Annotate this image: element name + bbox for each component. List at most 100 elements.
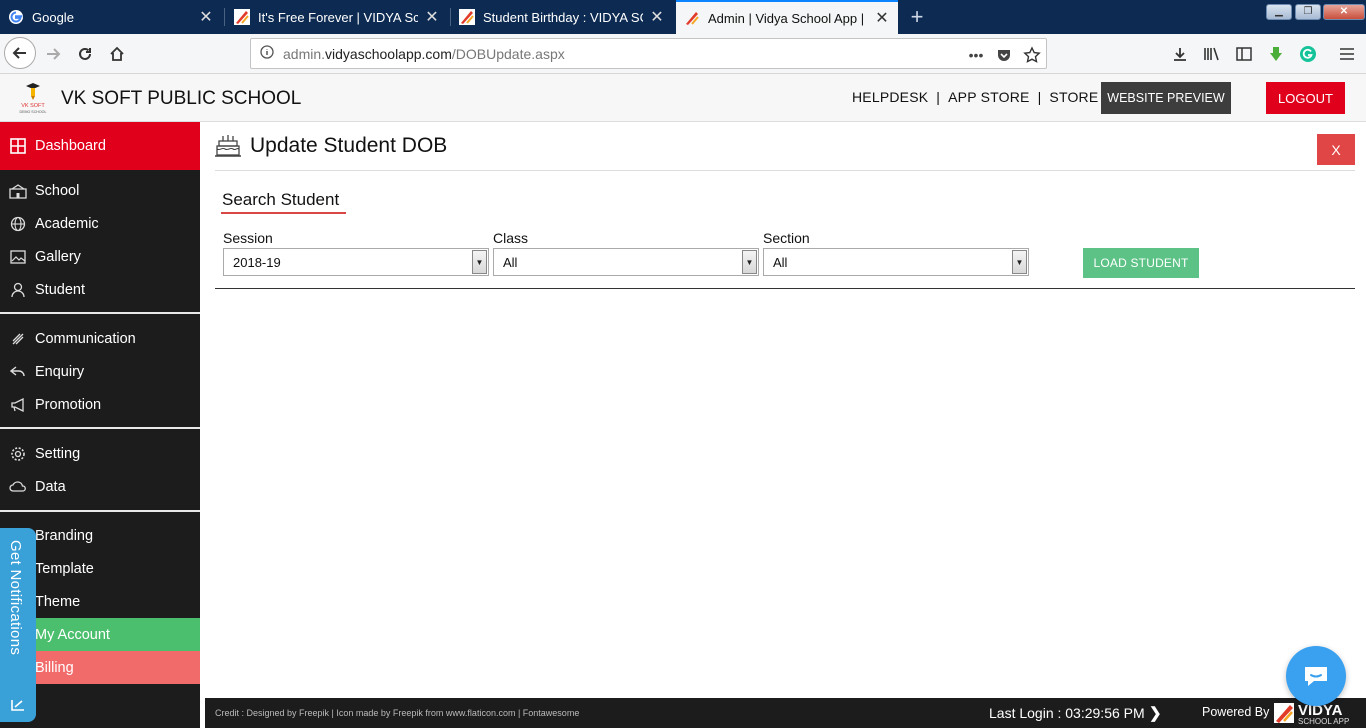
app-store-link[interactable]: APP STORE [948,89,1029,105]
tab-separator [224,8,225,26]
sidebar-item-label: Data [35,478,66,495]
logout-button[interactable]: LOGOUT [1266,82,1345,114]
page-actions-icon[interactable]: ••• [965,44,987,66]
get-notifications-label: Get Notifications [7,540,24,656]
info-icon[interactable] [251,45,283,62]
sidebar-item-communication[interactable]: Communication [0,322,200,355]
website-preview-button[interactable]: WEBSITE PREVIEW [1101,82,1231,114]
header-links: HELPDESK | APP STORE | STORE [851,89,1099,105]
sidebar-item-label: Dashboard [35,138,106,154]
url-path: /DOBUpdate.aspx [451,45,565,62]
sidebar-item-academic[interactable]: Academic [0,207,200,240]
broadcast-icon [0,331,35,347]
session-select[interactable]: 2018-19 ▼ [223,248,489,276]
close-tab-icon[interactable]: ✕ [424,7,440,27]
library-icon[interactable] [1200,42,1224,66]
close-tab-icon[interactable]: ✕ [198,7,214,27]
sidebar-item-label: Branding [35,527,94,544]
school-icon [0,183,35,199]
grammarly-icon[interactable] [1296,42,1320,66]
close-page-button[interactable]: X [1317,134,1355,165]
sidebar-item-label: Billing [35,659,74,676]
dashboard-icon [0,138,35,154]
form-divider [215,288,1355,289]
school-name[interactable]: VK SOFT PUBLIC SCHOOL [61,88,301,110]
get-notifications-tab[interactable]: Get Notifications [0,528,36,722]
page-title: Update Student DOB [250,134,448,157]
store-link[interactable]: STORE [1049,89,1098,105]
chat-icon [1305,667,1327,686]
dropdown-arrow-icon[interactable]: ▼ [742,250,757,274]
browser-nav-bar: admin. vidyaschoolapp.com/DOBUpdate.aspx … [0,34,1366,74]
svg-text:SCHOOL APP: SCHOOL APP [1298,717,1349,726]
tab-title: Admin | Vidya School App | It's [708,10,868,26]
download-helper-icon[interactable] [1264,42,1288,66]
chevron-right-icon[interactable]: ❯ [1149,704,1162,722]
notification-bell-icon [11,700,24,711]
dropdown-arrow-icon[interactable]: ▼ [1012,250,1027,274]
menu-hamburger-icon[interactable] [1335,42,1359,66]
bookmark-star-icon[interactable] [1021,44,1043,66]
app-header: VK SOFT DEMO SCHOOL VK SOFT PUBLIC SCHOO… [0,74,1366,122]
class-select[interactable]: All ▼ [493,248,759,276]
home-button[interactable] [102,39,132,69]
sidebar-item-data[interactable]: Data [0,470,200,503]
sidebar-item-label: Setting [35,445,81,462]
dropdown-arrow-icon[interactable]: ▼ [472,250,487,274]
browser-tab-student-birthday[interactable]: Student Birthday : VIDYA SCHOO ✕ [451,0,673,34]
image-icon [0,249,35,264]
helpdesk-link[interactable]: HELPDESK [852,89,928,105]
sidebar-item-label: My Account [35,626,110,643]
close-tab-icon[interactable]: ✕ [649,7,665,27]
sidebar-item-student[interactable]: Student [0,273,200,306]
pocket-icon[interactable] [993,44,1015,66]
school-logo[interactable]: VK SOFT DEMO SCHOOL [18,80,48,116]
globe-icon [0,216,35,232]
sidebar-divider [0,510,200,512]
footer: Credit : Designed by Freepik | Icon made… [205,698,1366,728]
sidebar-item-enquiry[interactable]: Enquiry [0,355,200,388]
sidebar-item-label: Enquiry [35,363,85,380]
window-close-button[interactable]: ✕ [1323,4,1365,20]
sidebar-item-label: Student [35,281,85,298]
student-icon [0,282,35,298]
downloads-icon[interactable] [1168,42,1192,66]
sidebar-item-setting[interactable]: Setting [0,437,200,470]
gear-icon [0,446,35,462]
reload-button[interactable] [70,39,100,69]
restore-button[interactable]: ❐ [1295,4,1321,20]
session-label: Session [223,230,273,246]
sidebar-toggle-icon[interactable] [1232,42,1256,66]
search-student-heading: Search Student [222,190,340,209]
browser-tab-bar: Google ✕ It's Free Forever | VIDYA Schoo… [0,0,1366,34]
minimize-button[interactable]: ▁ [1266,4,1292,20]
close-tab-icon[interactable]: ✕ [874,8,890,28]
sidebar-item-label: Promotion [35,396,102,413]
load-student-button[interactable]: LOAD STUDENT [1083,248,1199,278]
browser-tab-google[interactable]: Google ✕ [0,0,222,34]
title-divider [215,170,1355,171]
url-bar[interactable]: admin. vidyaschoolapp.com/DOBUpdate.aspx … [250,38,1047,69]
back-arrow-icon [12,47,26,59]
sidebar-item-label: Template [35,560,94,577]
credit-text: Credit : Designed by Freepik | Icon made… [215,708,580,718]
chat-widget-button[interactable] [1286,646,1346,706]
class-label: Class [493,230,529,246]
section-value: All [773,254,788,270]
url-domain: vidyaschoolapp.com [325,45,452,62]
sidebar-item-promotion[interactable]: Promotion [0,388,200,421]
powered-by-label: Powered By [1202,705,1270,719]
vidya-icon [234,9,250,25]
url-prefix: admin. [283,45,326,62]
sidebar-item-school[interactable]: School [0,174,200,207]
forward-button[interactable] [38,39,68,69]
new-tab-button[interactable]: + [905,4,929,30]
home-icon [110,46,124,61]
browser-tab-admin[interactable]: Admin | Vidya School App | It's ✕ [676,0,898,34]
sidebar-item-dashboard[interactable]: Dashboard [0,122,200,170]
section-select[interactable]: All ▼ [763,248,1029,276]
sidebar-item-gallery[interactable]: Gallery [0,240,200,273]
vidya-icon [684,10,700,26]
back-button[interactable] [4,37,36,69]
browser-tab-vidya-free[interactable]: It's Free Forever | VIDYA School ✕ [226,0,448,34]
